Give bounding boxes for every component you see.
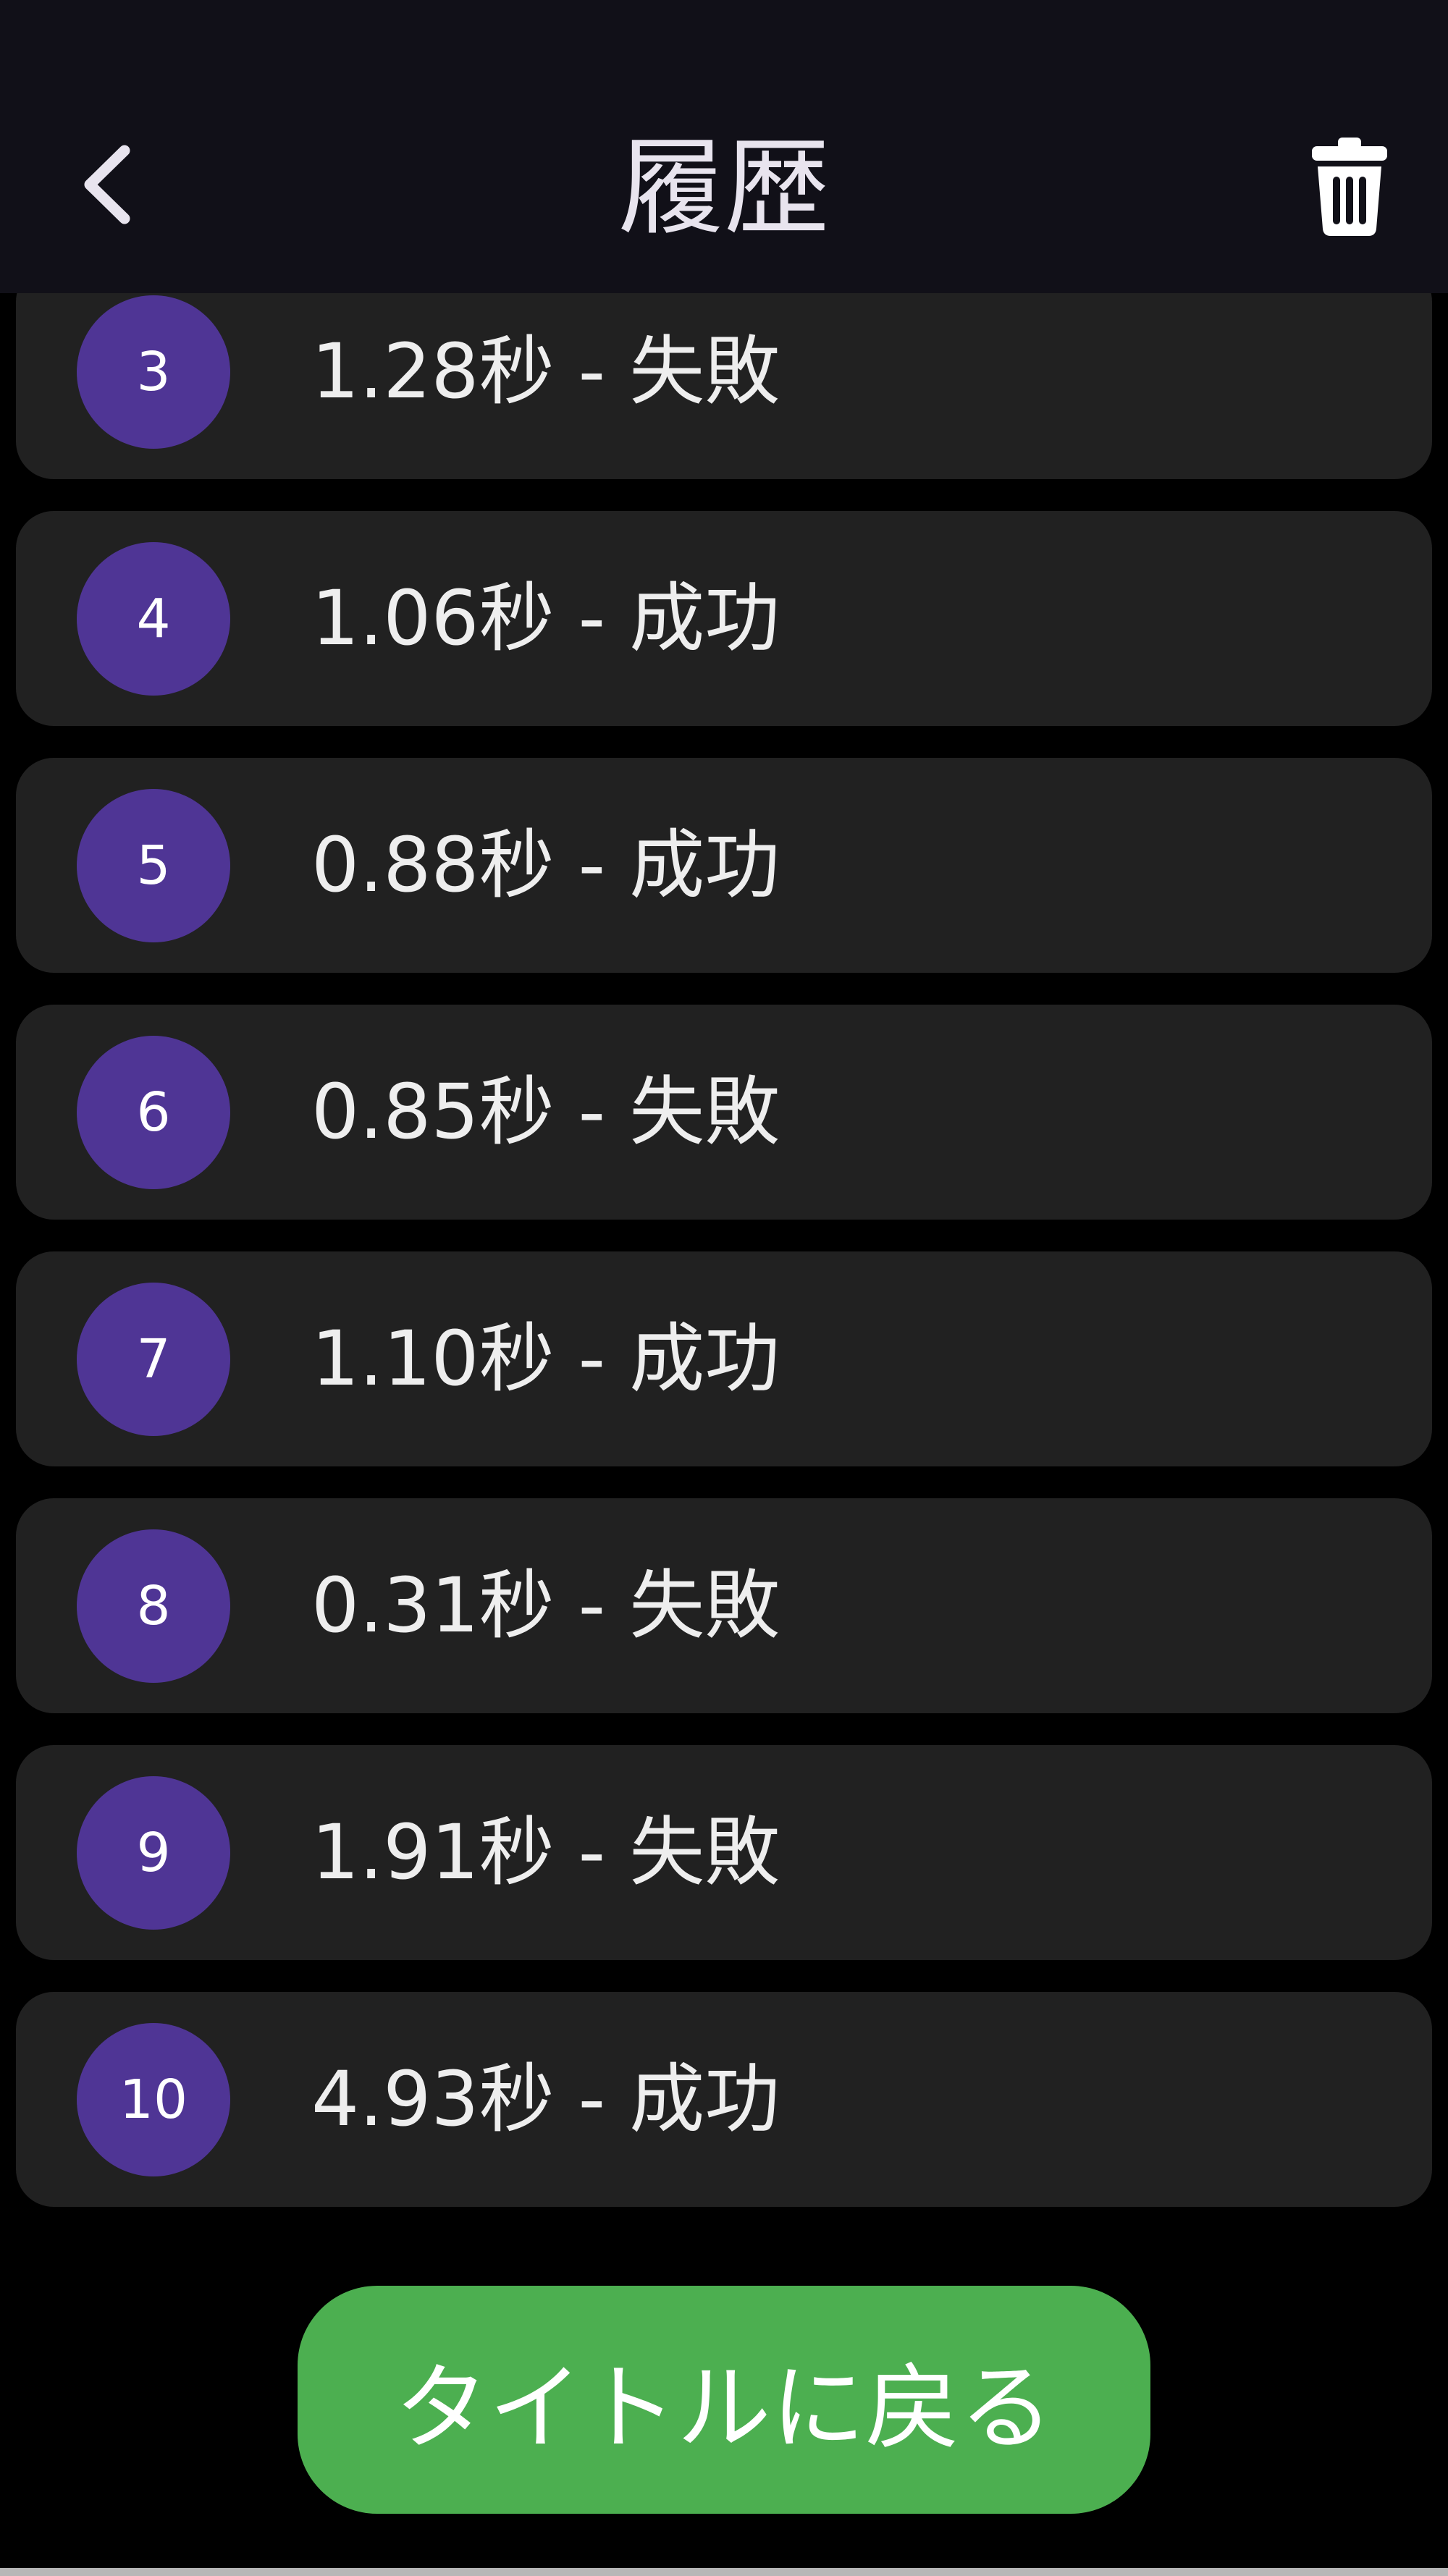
item-result-text: 1.91秒 - 失敗: [311, 1808, 780, 1896]
item-result-text: 1.10秒 - 成功: [311, 1314, 780, 1403]
item-number-badge: 5: [77, 789, 230, 942]
history-item-7[interactable]: 7 1.10秒 - 成功: [16, 1251, 1432, 1466]
delete-history-button[interactable]: [1309, 136, 1390, 237]
item-result-text: 0.88秒 - 成功: [311, 821, 780, 909]
item-number-badge: 9: [77, 1776, 230, 1930]
history-list[interactable]: 3 1.28秒 - 失敗 4 1.06秒 - 成功 5 0.88秒 - 成功 6…: [0, 0, 1448, 2244]
history-item-4[interactable]: 4 1.06秒 - 成功: [16, 511, 1432, 726]
page-title: 履歴: [618, 127, 830, 250]
item-result-text: 0.85秒 - 失敗: [311, 1068, 780, 1156]
history-item-9[interactable]: 9 1.91秒 - 失敗: [16, 1745, 1432, 1960]
bottom-edge: [0, 2568, 1448, 2576]
item-number-badge: 7: [77, 1283, 230, 1436]
item-result-text: 0.31秒 - 失敗: [311, 1561, 780, 1650]
history-item-6[interactable]: 6 0.85秒 - 失敗: [16, 1005, 1432, 1220]
item-number-badge: 4: [77, 542, 230, 696]
item-result-text: 1.28秒 - 失敗: [311, 327, 780, 415]
nav-header: 履歴: [0, 0, 1448, 293]
history-item-5[interactable]: 5 0.88秒 - 成功: [16, 758, 1432, 973]
history-item-8[interactable]: 8 0.31秒 - 失敗: [16, 1498, 1432, 1713]
item-number-badge: 10: [77, 2023, 230, 2176]
history-item-10[interactable]: 10 4.93秒 - 成功: [16, 1992, 1432, 2207]
return-to-title-button[interactable]: タイトルに戻る: [298, 2286, 1150, 2514]
item-number-badge: 3: [77, 295, 230, 449]
history-item-3[interactable]: 3 1.28秒 - 失敗: [16, 264, 1432, 479]
history-screen: 3 1.28秒 - 失敗 4 1.06秒 - 成功 5 0.88秒 - 成功 6…: [0, 0, 1448, 2576]
item-result-text: 1.06秒 - 成功: [311, 574, 780, 662]
item-number-badge: 8: [77, 1529, 230, 1683]
item-result-text: 4.93秒 - 成功: [311, 2055, 780, 2143]
item-number-badge: 6: [77, 1036, 230, 1189]
trash-icon: [1312, 138, 1387, 236]
